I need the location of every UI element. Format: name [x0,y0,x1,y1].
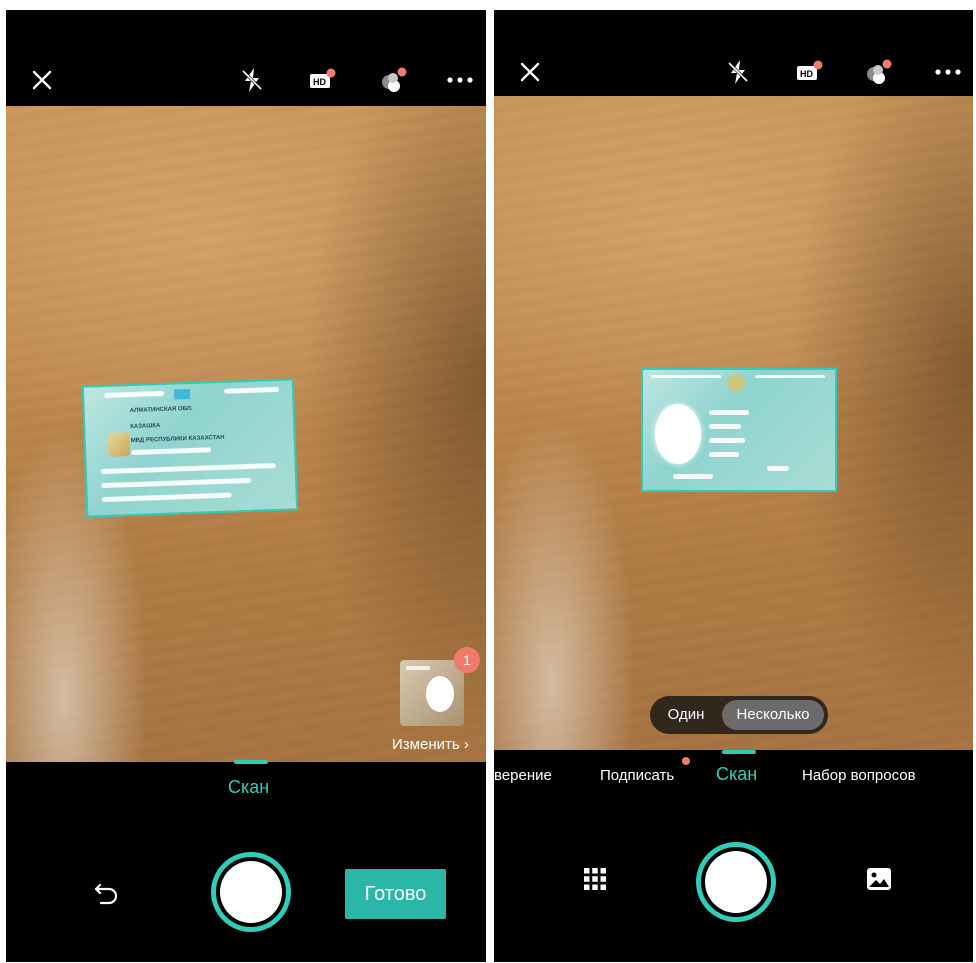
flash-off-icon[interactable] [720,54,756,90]
edit-link[interactable]: Изменить › [392,736,469,753]
shutter-inner [220,861,282,923]
flash-off-icon[interactable] [234,62,270,98]
filter-icon[interactable] [375,62,411,98]
close-icon[interactable] [24,62,60,98]
more-icon[interactable] [930,54,966,90]
toggle-option-multiple[interactable]: Несколько [722,700,824,730]
filter-icon[interactable] [860,54,896,90]
svg-text:HD: HD [313,77,326,87]
id-card-back: АЛМАТИНСКАЯ ОБЛ. КАЗАШКА МВД РЕСПУБЛИКИ … [81,378,299,518]
id-card-front [641,368,837,492]
mode-tab-scan[interactable]: Скан [716,764,757,785]
more-icon[interactable] [442,62,478,98]
scan-count-badge: 1 [454,647,480,673]
shutter-button[interactable] [211,852,291,932]
camera-viewfinder[interactable] [494,96,973,750]
svg-text:HD: HD [800,69,813,79]
shutter-inner [705,851,767,913]
top-toolbar: HD [6,10,486,106]
shutter-button[interactable] [696,842,776,922]
grid-icon[interactable] [580,864,610,894]
mode-indicator [722,750,756,754]
capture-count-toggle: Один Несколько [650,696,828,734]
last-scan-thumbnail[interactable] [400,660,464,726]
camera-screen-multiple: HD Один Несколько верение Подписать Скан [494,10,973,962]
mode-tab-questions[interactable]: Набор вопросов [802,767,916,784]
camera-screen-single: HD АЛМАТИНСКАЯ ОБЛ. КАЗАШКА МВД РЕСПУБЛИ… [6,10,486,962]
mode-indicator [234,760,268,764]
mode-tab-verification[interactable]: верение [494,767,552,784]
mode-tab-scan[interactable]: Скан [228,777,269,798]
hd-icon[interactable]: HD [304,62,340,98]
hd-icon[interactable]: HD [791,54,827,90]
close-icon[interactable] [512,54,548,90]
mode-tab-sign[interactable]: Подписать [600,767,674,784]
new-feature-dot [682,757,690,765]
done-button[interactable]: Готово [345,869,446,919]
top-toolbar: HD [494,10,973,96]
gallery-icon[interactable] [864,864,894,894]
undo-icon[interactable] [90,874,124,908]
toggle-option-single[interactable]: Один [656,700,716,730]
